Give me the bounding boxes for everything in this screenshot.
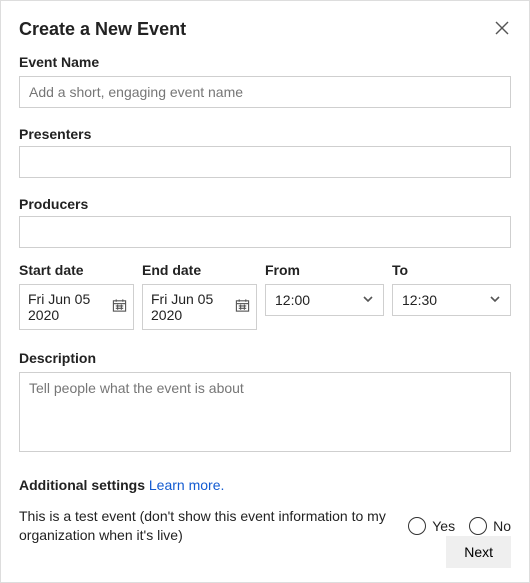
description-label: Description	[19, 350, 511, 366]
next-button[interactable]: Next	[446, 536, 511, 568]
no-label: No	[493, 518, 511, 534]
dialog-title: Create a New Event	[19, 19, 186, 40]
to-label: To	[392, 262, 511, 278]
from-time-select[interactable]: 12:00	[265, 284, 384, 316]
start-date-value: Fri Jun 05 2020	[28, 291, 112, 323]
learn-more-link[interactable]: Learn more.	[149, 477, 224, 493]
additional-settings-heading: Additional settings	[19, 477, 145, 493]
from-time-value: 12:00	[275, 292, 310, 308]
start-date-picker[interactable]: Fri Jun 05 2020	[19, 284, 134, 330]
close-button[interactable]	[493, 21, 511, 39]
end-date-label: End date	[142, 262, 257, 278]
description-input[interactable]	[19, 372, 511, 452]
producers-label: Producers	[19, 196, 511, 212]
test-event-text: This is a test event (don't show this ev…	[19, 507, 394, 545]
from-label: From	[265, 262, 384, 278]
yes-label: Yes	[432, 518, 455, 534]
calendar-icon	[235, 298, 250, 316]
presenters-input[interactable]	[19, 146, 511, 178]
radio-icon	[408, 517, 426, 535]
test-event-no-radio[interactable]: No	[469, 517, 511, 535]
event-name-input[interactable]	[19, 76, 511, 108]
producers-input[interactable]	[19, 216, 511, 248]
end-date-value: Fri Jun 05 2020	[151, 291, 235, 323]
chevron-down-icon	[362, 292, 374, 308]
to-time-value: 12:30	[402, 292, 437, 308]
calendar-icon	[112, 298, 127, 316]
close-icon	[495, 21, 509, 38]
radio-icon	[469, 517, 487, 535]
event-name-label: Event Name	[19, 54, 511, 70]
start-date-label: Start date	[19, 262, 134, 278]
end-date-picker[interactable]: Fri Jun 05 2020	[142, 284, 257, 330]
test-event-yes-radio[interactable]: Yes	[408, 517, 455, 535]
chevron-down-icon	[489, 292, 501, 308]
presenters-label: Presenters	[19, 126, 511, 142]
to-time-select[interactable]: 12:30	[392, 284, 511, 316]
